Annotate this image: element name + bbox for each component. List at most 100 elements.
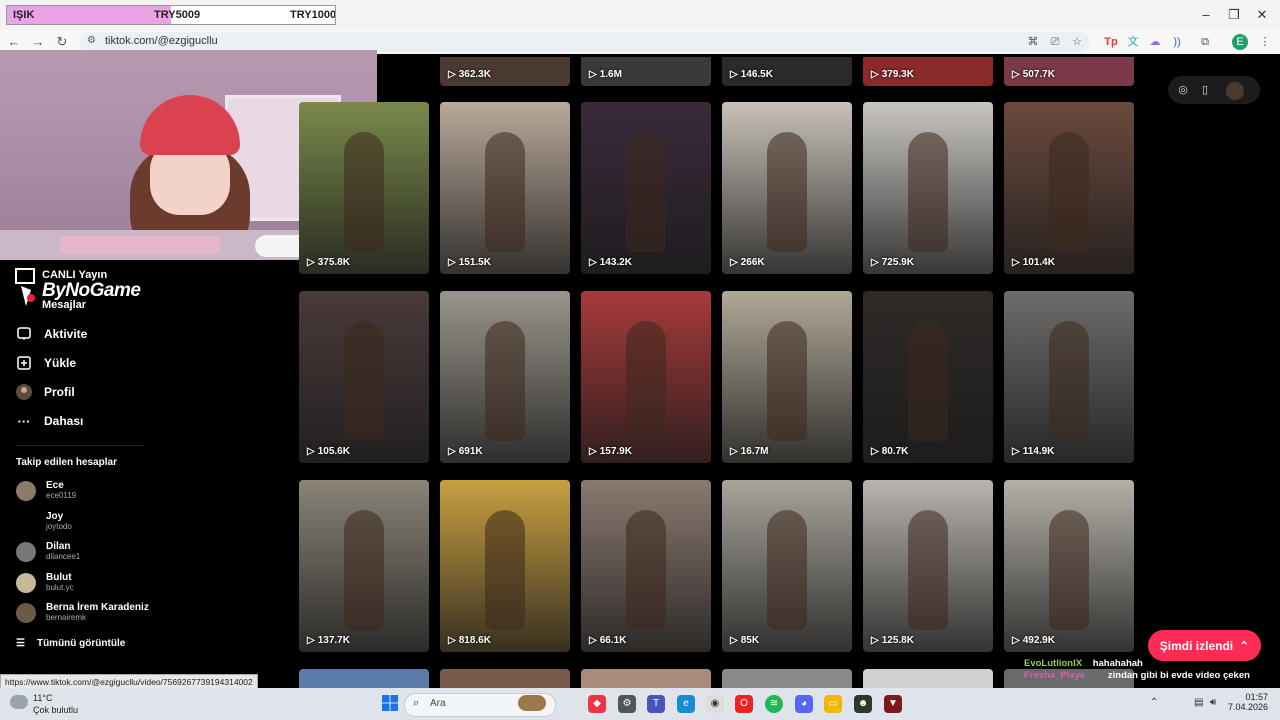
play-icon: ▷	[730, 69, 738, 80]
browser-menu-icon[interactable]: ⋮	[1256, 34, 1274, 50]
view-count: ▷ 146.5K	[730, 69, 773, 80]
play-icon: ▷	[589, 69, 597, 80]
view-count: ▷ 125.8K	[871, 635, 914, 646]
video-thumbnail-figure	[485, 321, 525, 441]
view-count: ▷ 492.9K	[1012, 635, 1055, 646]
sidebar-item-more[interactable]: ··· Dahası	[16, 411, 84, 431]
video-thumbnail-figure	[1049, 510, 1089, 630]
view-count: ▷ 1.6M	[589, 69, 622, 80]
video-thumbnail-figure	[344, 510, 384, 630]
bookmark-star-icon[interactable]: ☆	[1068, 34, 1086, 50]
video-card[interactable]: ▷ 818.6K	[440, 480, 570, 652]
compass-icon[interactable]: ◎	[1175, 82, 1191, 98]
tray-chevron-icon[interactable]: ⌃	[1150, 697, 1158, 708]
extension-translate-icon[interactable]: 文	[1124, 34, 1142, 50]
view-count-label: 101.4K	[1022, 257, 1055, 268]
video-card[interactable]: ▷ 492.9K	[1004, 480, 1134, 652]
show-all-following-button[interactable]: ☰ Tümünü görüntüle	[16, 638, 125, 649]
view-count-label: 691K	[458, 446, 483, 457]
spotify-icon[interactable]: ≋	[765, 695, 783, 713]
video-card[interactable]: ▷ 101.4K	[1004, 102, 1134, 274]
extensions-puzzle-icon[interactable]: ⧉	[1196, 34, 1214, 50]
video-card[interactable]: ▷ 157.9K	[581, 291, 711, 463]
copilot-icon[interactable]: ◆	[588, 695, 606, 713]
translate-icon[interactable]: ⌘	[1024, 34, 1042, 50]
messages-label[interactable]: Mesajlar	[42, 299, 86, 311]
video-card[interactable]: ▷ 507.7K	[1004, 57, 1134, 86]
discord-icon[interactable]: ◕	[795, 695, 813, 713]
video-card[interactable]	[863, 669, 993, 689]
video-card[interactable]	[440, 669, 570, 689]
video-card[interactable]: ▷ 125.8K	[863, 480, 993, 652]
weather-icon[interactable]	[10, 695, 28, 709]
video-card[interactable]: ▷ 66.1K	[581, 480, 711, 652]
video-card[interactable]: ▷ 151.5K	[440, 102, 570, 274]
file-explorer-icon[interactable]: ▭	[824, 695, 842, 713]
video-card[interactable]	[299, 669, 429, 689]
network-icon[interactable]: ▤	[1194, 697, 1203, 708]
opera-icon[interactable]: O	[735, 695, 753, 713]
address-bar[interactable]	[80, 32, 1090, 52]
sidebar-item-label: Dahası	[44, 414, 84, 428]
video-card[interactable]: ▷ 137.7K	[299, 480, 429, 652]
reload-icon[interactable]: ↻	[52, 33, 72, 51]
edge-icon[interactable]: e	[677, 695, 695, 713]
game-app-icon[interactable]: ▼	[884, 695, 902, 713]
user-avatar-icon[interactable]	[1226, 82, 1244, 100]
video-thumbnail-figure	[767, 132, 807, 252]
profile-avatar-icon[interactable]: E	[1232, 34, 1248, 50]
volume-icon[interactable]: 🔊︎	[1210, 697, 1216, 708]
view-count: ▷ 16.7M	[730, 446, 769, 457]
windows-taskbar	[0, 688, 1280, 720]
maximize-icon[interactable]: ❐	[1222, 6, 1246, 24]
sidebar-item-label: Yükle	[44, 356, 77, 370]
back-icon[interactable]: ←	[4, 33, 24, 51]
avatar	[16, 573, 36, 593]
video-card[interactable]: ▷ 146.5K	[722, 57, 852, 86]
chevron-up-icon: ⌃	[1239, 638, 1250, 653]
sidebar-item-activity[interactable]: Aktivite	[16, 324, 87, 344]
extension-cloud-icon[interactable]: ☁	[1146, 34, 1164, 50]
forward-icon[interactable]: →	[28, 33, 48, 51]
video-card[interactable]: ▷ 105.6K	[299, 291, 429, 463]
phone-icon[interactable]: ▯	[1197, 82, 1213, 98]
video-card[interactable]: ▷ 691K	[440, 291, 570, 463]
view-count-label: 379.3K	[881, 69, 914, 80]
windows-start-icon[interactable]	[382, 695, 398, 711]
extension-tp-icon[interactable]: Tp	[1102, 34, 1120, 50]
close-icon[interactable]: ✕	[1250, 6, 1274, 24]
video-card[interactable]: ▷ 1.6M	[581, 57, 711, 86]
sidebar-item-profile[interactable]: Profil	[16, 382, 75, 402]
video-card[interactable]: ▷ 16.7M	[722, 291, 852, 463]
play-icon: ▷	[589, 635, 597, 646]
video-card[interactable]: ▷ 114.9K	[1004, 291, 1134, 463]
play-icon: ▷	[871, 257, 879, 268]
video-card[interactable]: ▷ 375.8K	[299, 102, 429, 274]
video-card[interactable]: ▷ 143.2K	[581, 102, 711, 274]
view-count-label: 114.9K	[1022, 446, 1055, 457]
account-handle: joytodo	[46, 522, 72, 531]
settings-icon[interactable]: ⚙	[618, 695, 636, 713]
extension-audio-icon[interactable]: ))	[1168, 34, 1186, 50]
video-card[interactable]	[722, 669, 852, 689]
sidebar-item-upload[interactable]: Yükle	[16, 353, 76, 373]
video-card[interactable]: ▷ 362.3K	[440, 57, 570, 86]
video-card[interactable]: ▷ 725.9K	[863, 102, 993, 274]
site-info-icon[interactable]: ⚙	[87, 35, 96, 46]
video-thumbnail-figure	[344, 321, 384, 441]
app-icon[interactable]: ☻	[854, 695, 872, 713]
account-handle: bulut.yc	[46, 583, 74, 592]
list-icon: ☰	[16, 638, 25, 649]
system-clock[interactable]: 01:57 7.04.2026	[1222, 692, 1268, 712]
cast-icon[interactable]: ⎚	[1046, 34, 1064, 50]
upload-icon	[16, 355, 32, 371]
minimize-icon[interactable]: –	[1194, 6, 1218, 24]
video-card[interactable]: ▷ 85K	[722, 480, 852, 652]
video-card[interactable]: ▷ 80.7K	[863, 291, 993, 463]
watched-now-button[interactable]: Şimdi izlendi ⌃	[1148, 630, 1261, 661]
video-card[interactable]	[581, 669, 711, 689]
teams-icon[interactable]: T	[647, 695, 665, 713]
chrome-icon[interactable]: ◉	[706, 695, 724, 713]
video-card[interactable]: ▷ 379.3K	[863, 57, 993, 86]
video-card[interactable]: ▷ 266K	[722, 102, 852, 274]
